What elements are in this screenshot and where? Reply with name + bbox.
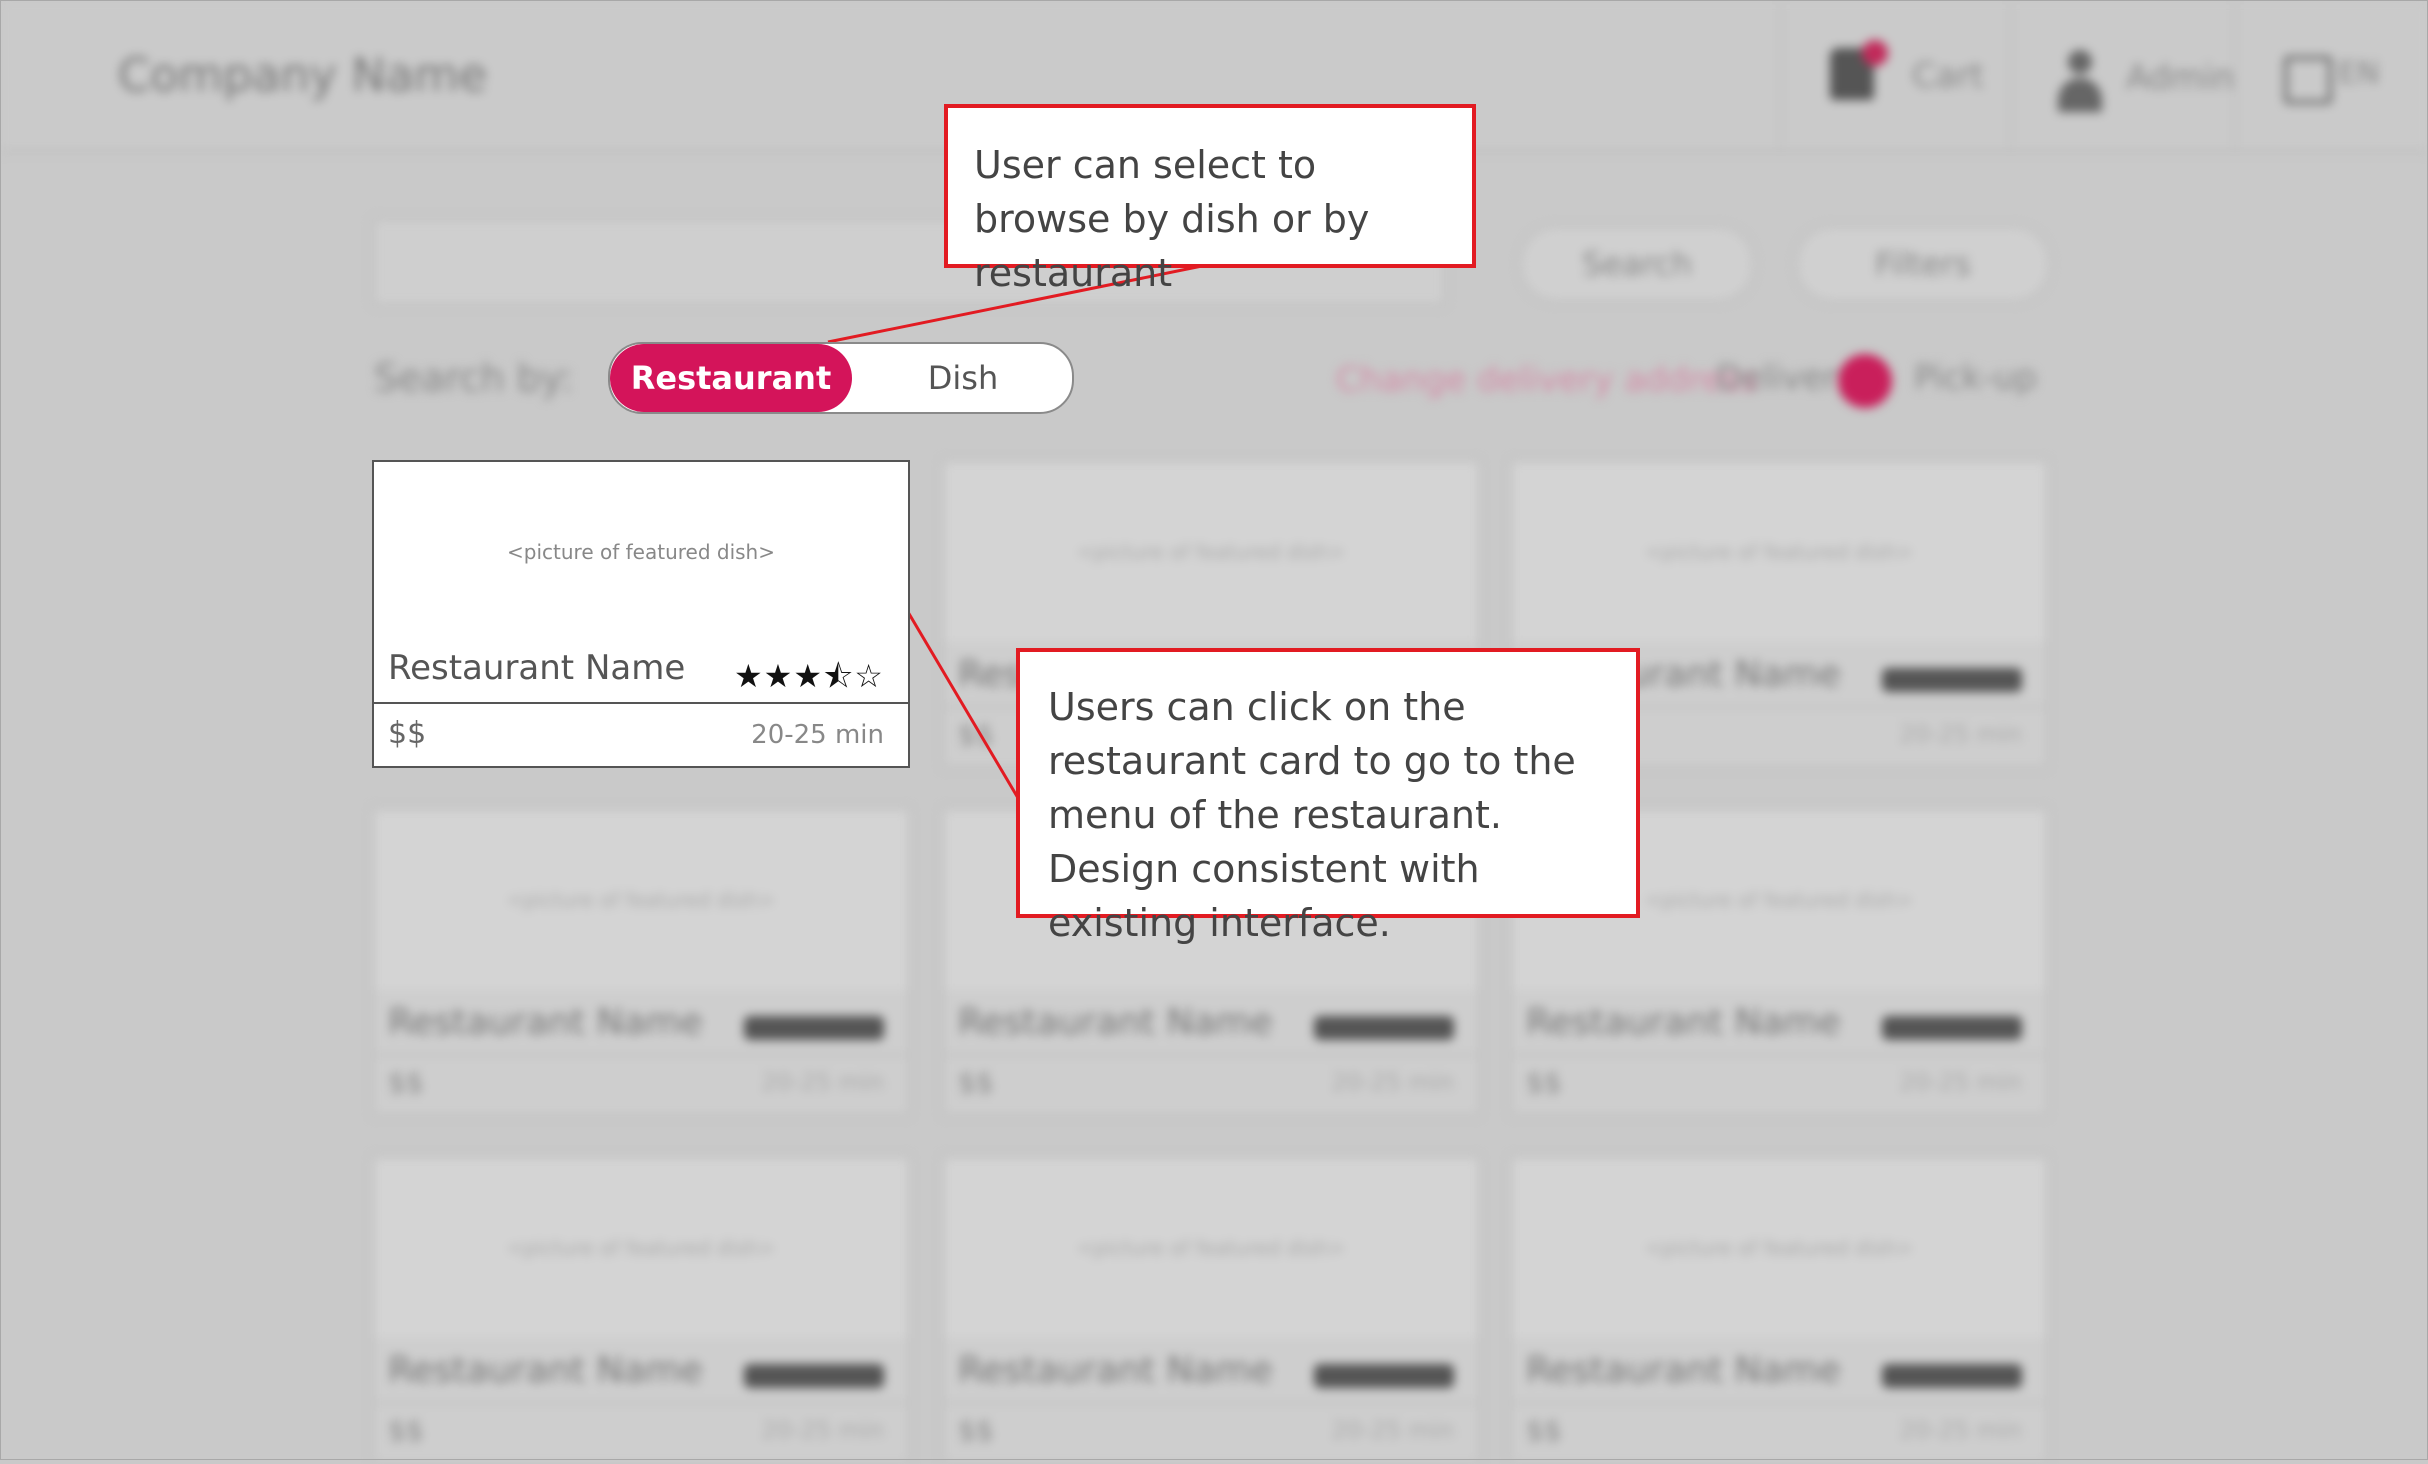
featured-restaurant-card[interactable]: <picture of featured dish> Restaurant Na… — [372, 460, 910, 768]
rating-stars-icon: ★★★⯪☆ — [733, 657, 884, 695]
tab-restaurant[interactable]: Restaurant — [610, 344, 852, 412]
dish-picture-placeholder: <picture of featured dish> — [507, 540, 775, 564]
tab-dish[interactable]: Dish — [854, 344, 1072, 412]
delivery-time: 20-25 min — [751, 720, 884, 750]
card-callout-connector — [906, 611, 1020, 799]
card-callout: Users can click on the restaurant card t… — [1016, 648, 1640, 945]
toggle-callout: User can select to browse by dish or by … — [944, 104, 1476, 295]
restaurant-name: Restaurant Name — [388, 648, 686, 688]
card-divider — [374, 702, 908, 704]
search-by-toggle[interactable]: Restaurant Dish — [608, 342, 1074, 414]
card-callout-text: Users can click on the restaurant card t… — [1048, 685, 1576, 945]
price-level: $$ — [388, 716, 427, 751]
